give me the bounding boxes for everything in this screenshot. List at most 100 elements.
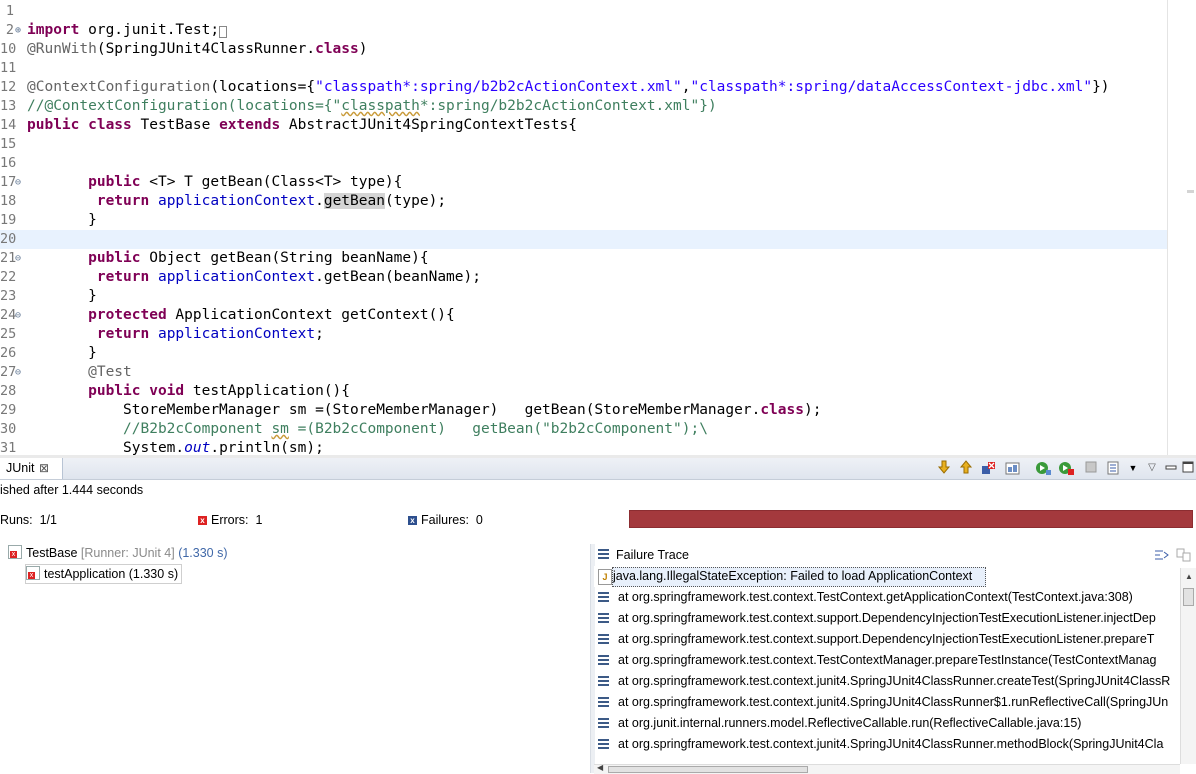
compare-icon[interactable]: [1176, 547, 1192, 563]
code-text: //@ContextConfiguration(locations={"clas…: [27, 98, 717, 114]
fold-collapse-icon[interactable]: ⊖: [15, 306, 25, 325]
code-line[interactable]: 27 ⊖ @Test: [0, 363, 1167, 382]
fold-expand-icon[interactable]: ⊕: [15, 21, 25, 40]
tab-junit[interactable]: JUnit ⊠: [0, 458, 63, 479]
trace-stack-line[interactable]: at org.junit.internal.runners.model.Refl…: [594, 713, 1180, 734]
code-text: return applicationContext.getBean(beanNa…: [96, 269, 481, 285]
suite-runner: [Runner: JUnit 4]: [80, 546, 175, 560]
trace-stack-line[interactable]: at org.springframework.test.context.juni…: [594, 692, 1180, 713]
line-number: 31: [0, 440, 17, 455]
next-failure-icon[interactable]: [936, 460, 952, 476]
line-number: 17: [0, 174, 17, 190]
trace-text: at org.springframework.test.context.Test…: [618, 590, 1133, 604]
code-line[interactable]: 18 return applicationContext.getBean(typ…: [0, 192, 1167, 211]
code-line[interactable]: 29 StoreMemberManager sm =(StoreMemberMa…: [0, 401, 1167, 420]
failure-icon: x: [408, 516, 417, 525]
trace-text: at org.springframework.test.context.supp…: [618, 611, 1156, 625]
minimize-icon[interactable]: [1163, 460, 1179, 476]
code-line[interactable]: 23 }: [0, 287, 1167, 306]
stack-frame-icon: [598, 592, 609, 603]
code-line[interactable]: 13 //@ContextConfiguration(locations={"cl…: [0, 97, 1167, 116]
code-line[interactable]: 16: [0, 154, 1167, 173]
suite-time: (1.330 s): [178, 546, 228, 560]
fold-collapse-icon[interactable]: ⊖: [15, 249, 25, 268]
editor-overview-ruler[interactable]: [1167, 0, 1196, 455]
history-icon[interactable]: [1106, 460, 1122, 476]
code-text: return applicationContext;: [96, 326, 324, 342]
line-number: 11: [0, 60, 17, 76]
code-line[interactable]: 19 }: [0, 211, 1167, 230]
stop-icon[interactable]: [1083, 460, 1099, 476]
failure-trace-title: Failure Trace: [616, 548, 689, 562]
line-number: 1: [5, 3, 14, 19]
code-line[interactable]: 31 System.out.println(sm);: [0, 439, 1167, 455]
trace-exception-line[interactable]: Jjava.lang.IllegalStateException: Failed…: [594, 566, 1180, 587]
trace-text: at org.springframework.test.context.supp…: [618, 632, 1155, 646]
line-number: 28: [0, 383, 17, 399]
line-number: 2: [5, 22, 14, 38]
history-dropdown-icon[interactable]: ▼: [1125, 460, 1141, 476]
code-line[interactable]: 15: [0, 135, 1167, 154]
trace-horizontal-thumb[interactable]: [608, 766, 808, 773]
trace-stack-line[interactable]: at org.springframework.test.context.juni…: [594, 734, 1180, 755]
code-line[interactable]: 12 @ContextConfiguration(locations={"clas…: [0, 78, 1167, 97]
maximize-icon[interactable]: [1180, 460, 1196, 476]
code-text: public void testApplication(){: [88, 383, 351, 399]
junit-view: JUnit ⊠ ▼ ▽ ished after 1.444 seconds Ru…: [0, 458, 1196, 774]
code-line[interactable]: 25 return applicationContext;: [0, 325, 1167, 344]
trace-stack-line[interactable]: at org.springframework.test.context.supp…: [594, 608, 1180, 629]
scroll-left-icon[interactable]: ◀: [597, 763, 603, 772]
error-icon: x: [198, 516, 207, 525]
tree-item-test[interactable]: x testApplication (1.330 s): [25, 564, 183, 584]
code-text: @RunWith(SpringJUnit4ClassRunner.class): [27, 41, 368, 57]
previous-failure-icon[interactable]: [958, 460, 974, 476]
tree-item-suite[interactable]: x TestBase [Runner: JUnit 4] (1.330 s): [8, 544, 228, 563]
code-line[interactable]: 22 return applicationContext.getBean(bea…: [0, 268, 1167, 287]
code-line[interactable]: 26 }: [0, 344, 1167, 363]
runs-counter: Runs: 1/1: [0, 511, 57, 529]
code-line[interactable]: 30 //B2b2cComponent sm =(B2b2cComponent)…: [0, 420, 1167, 439]
code-line[interactable]: 2 ⊕ import org.junit.Test;: [0, 21, 1167, 40]
fold-collapse-icon[interactable]: ⊖: [15, 173, 25, 192]
scroll-lock-icon[interactable]: [1005, 460, 1021, 476]
trace-stack-line[interactable]: at org.springframework.test.context.Test…: [594, 650, 1180, 671]
trace-text: at org.springframework.test.context.juni…: [618, 695, 1169, 709]
close-icon[interactable]: ⊠: [39, 458, 49, 478]
fold-collapse-icon[interactable]: ⊖: [15, 363, 25, 382]
trace-stack-line[interactable]: at org.springframework.test.context.supp…: [594, 629, 1180, 650]
failure-trace-pane: Failure Trace Jjava.lang.IllegalStateExc…: [594, 544, 1196, 774]
code-line[interactable]: 20: [0, 230, 1167, 249]
stack-frame-icon: [598, 697, 609, 708]
code-line[interactable]: 14 public class TestBase extends Abstract…: [0, 116, 1167, 135]
code-editor[interactable]: 1 2 ⊕ import org.junit.Test; 10 @RunWith(Spr…: [0, 0, 1196, 455]
code-line[interactable]: 21 ⊖ public Object getBean(String beanNam…: [0, 249, 1167, 268]
code-line[interactable]: 11: [0, 59, 1167, 78]
show-failures-only-icon[interactable]: [981, 460, 997, 476]
line-number: 13: [0, 98, 17, 114]
rerun-icon[interactable]: [1035, 460, 1051, 476]
stack-frame-icon: [598, 613, 609, 624]
occurrence-marker[interactable]: [1187, 190, 1194, 193]
filter-stack-icon[interactable]: [1154, 547, 1170, 563]
failure-trace-header: Failure Trace: [594, 544, 1196, 566]
line-number: 21: [0, 250, 17, 266]
code-line[interactable]: 17 ⊖ public <T> T getBean(Class<T> type){: [0, 173, 1167, 192]
runs-label: Runs:: [0, 513, 33, 527]
code-line[interactable]: 28 public void testApplication(){: [0, 382, 1167, 401]
trace-stack-line[interactable]: at org.springframework.test.context.Test…: [594, 587, 1180, 608]
test-tree[interactable]: x TestBase [Runner: JUnit 4] (1.330 s) xt…: [0, 544, 590, 773]
code-text: StoreMemberManager sm =(StoreMemberManag…: [27, 402, 822, 418]
rerun-failed-first-icon[interactable]: [1058, 460, 1074, 476]
failures-counter: x Failures: 0: [408, 511, 483, 529]
trace-vertical-scrollbar[interactable]: ▲: [1180, 568, 1196, 764]
line-number: 23: [0, 288, 17, 304]
code-text: @ContextConfiguration(locations={"classp…: [27, 79, 1110, 95]
code-line[interactable]: 10 @RunWith(SpringJUnit4ClassRunner.class…: [0, 40, 1167, 59]
view-menu-icon[interactable]: ▽: [1144, 460, 1160, 476]
line-number: 22: [0, 269, 17, 285]
code-line[interactable]: 24 ⊖ protected ApplicationContext getCont…: [0, 306, 1167, 325]
scroll-up-icon[interactable]: ▲: [1185, 572, 1193, 581]
code-line[interactable]: 1: [0, 2, 1167, 21]
trace-stack-line[interactable]: at org.springframework.test.context.juni…: [594, 671, 1180, 692]
trace-vertical-thumb[interactable]: [1183, 588, 1194, 606]
